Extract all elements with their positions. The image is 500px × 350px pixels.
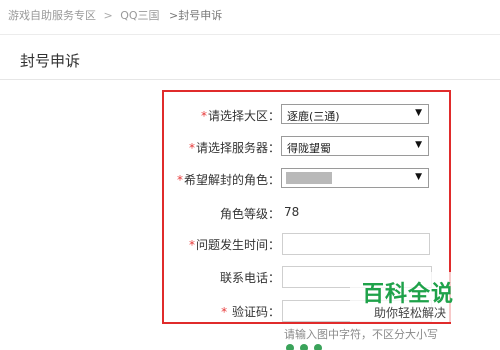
required-star: *: [176, 173, 183, 187]
page-header: 封号申诉: [0, 34, 500, 80]
role-label-text: 希望解封的角色：: [183, 173, 280, 187]
time-label: *问题发生时间：: [189, 236, 280, 253]
region-select-value: 逐鹿(三通): [287, 110, 340, 123]
page-title: 封号申诉: [20, 52, 81, 70]
role-label: *希望解封的角色：: [177, 171, 280, 188]
level-label: 角色等级：: [219, 207, 280, 221]
server-label-text: 请选择服务器：: [195, 141, 280, 155]
watermark-subtitle: 助你轻松解决: [374, 306, 447, 320]
breadcrumb-item-self-service[interactable]: 游戏自助服务专区: [8, 9, 96, 22]
time-label-text: 问题发生时间：: [195, 238, 280, 252]
breadcrumb-separator: >: [103, 9, 113, 22]
required-star: *: [221, 305, 228, 319]
dropdown-arrow-icon: ▼: [415, 108, 422, 118]
region-label-text: 请选择大区：: [207, 109, 280, 123]
breadcrumb-current: >封号申诉: [169, 9, 223, 22]
breadcrumb: 游戏自助服务专区 > QQ三国 >封号申诉: [8, 7, 222, 23]
server-select[interactable]: 得陇望蜀 ▼: [281, 136, 429, 156]
time-input[interactable]: [282, 233, 430, 255]
dropdown-arrow-icon: ▼: [415, 172, 422, 182]
captcha-image[interactable]: [286, 341, 346, 350]
captcha-hint: 请输入图中字符，不区分大小写: [284, 328, 438, 341]
required-star: *: [188, 141, 195, 155]
region-label: *请选择大区：: [201, 107, 280, 124]
captcha-label-text: 验证码：: [231, 305, 280, 319]
form-row-server: *请选择服务器： 得陇望蜀 ▼: [0, 134, 500, 158]
captcha-label: * 验证码：: [221, 303, 280, 320]
role-redacted-value: [286, 172, 332, 184]
server-label: *请选择服务器：: [189, 139, 280, 156]
form-row-role: *希望解封的角色： ▼: [0, 166, 500, 190]
form-row-level: 角色等级： 78: [0, 200, 500, 224]
level-value: 78: [284, 205, 300, 219]
dropdown-arrow-icon: ▼: [415, 140, 422, 150]
breadcrumb-item-game[interactable]: QQ三国: [120, 9, 159, 22]
required-star: *: [188, 238, 195, 252]
server-select-value: 得陇望蜀: [287, 142, 331, 155]
region-select[interactable]: 逐鹿(三通) ▼: [281, 104, 429, 124]
form-row-time: *问题发生时间：: [0, 231, 500, 255]
required-star: *: [200, 109, 207, 123]
form-row-region: *请选择大区： 逐鹿(三通) ▼: [0, 102, 500, 126]
role-select[interactable]: ▼: [281, 168, 429, 188]
phone-label: 联系电话：: [219, 271, 280, 285]
